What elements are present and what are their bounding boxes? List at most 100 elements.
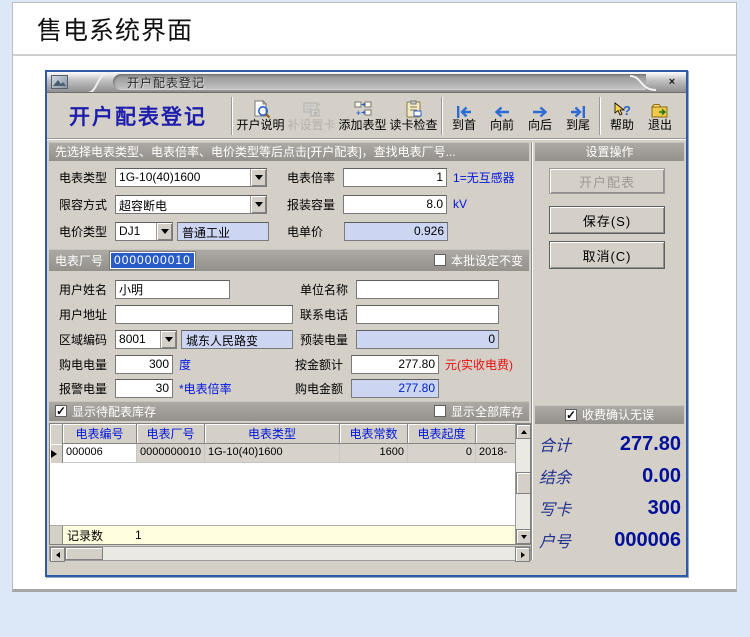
inventory-table: 电表编号 电表厂号 电表类型 电表常数 电表起度 000006 00000000… [49, 423, 531, 545]
titlebar-strip: 开户配表登记 [113, 74, 646, 90]
org-name-row: 单位名称 [300, 279, 499, 299]
scroll-left-icon[interactable] [50, 547, 65, 562]
help-icon: ? [612, 99, 632, 119]
window-title: 开户配表登记 [127, 74, 205, 91]
address-row: 用户地址 [59, 304, 293, 324]
go-last-button[interactable]: 到尾 [559, 95, 597, 137]
fee-confirm-label: 收费确认无误 [582, 406, 654, 423]
next-arrow-icon [531, 99, 549, 119]
batch-keep-checkbox[interactable] [434, 254, 446, 266]
hint-text: 先选择电表类型、电表倍率、电价类型等后点击[开户配表]，查找电表厂号... [55, 143, 456, 160]
table-row[interactable]: 000006 0000000010 1G-10(40)1600 1600 0 2… [50, 444, 530, 463]
vertical-scrollbar[interactable] [515, 424, 530, 544]
open-account-help-button[interactable]: 开户说明 [235, 95, 286, 137]
purchase-qty-input[interactable] [115, 355, 173, 374]
scrollbar-thumb[interactable] [65, 547, 103, 560]
toolbar-button-label: 到尾 [566, 119, 590, 132]
limit-mode-label: 限容方式 [59, 196, 107, 213]
stat-value: 0.00 [642, 465, 681, 488]
chevron-down-icon[interactable] [156, 223, 172, 240]
exit-button[interactable]: 退出 [641, 95, 679, 137]
scroll-right-icon[interactable] [515, 547, 530, 562]
org-name-label: 单位名称 [300, 281, 348, 298]
unit-price-row: 电单价 [287, 221, 448, 241]
last-arrow-icon [569, 99, 587, 119]
chevron-down-icon[interactable] [250, 169, 266, 186]
dialog-titlebar: 开户配表登记 × [47, 72, 686, 93]
capacity-input[interactable] [343, 195, 447, 214]
window-icon [51, 75, 68, 89]
cell-meter-type: 1G-10(40)1600 [205, 444, 340, 463]
factory-no-value[interactable]: 0000000010 [109, 251, 196, 270]
table-footer-row: 记录数 1 [50, 525, 515, 544]
stat-value: 000006 [614, 529, 681, 552]
preinstall-row: 预装电量 [300, 329, 499, 349]
fee-confirm-checkbox[interactable] [565, 409, 577, 421]
preinstall-input[interactable] [356, 330, 499, 349]
show-all-label: 显示全部库存 [451, 403, 523, 420]
add-meter-type-button[interactable]: + 添加表型 [337, 95, 388, 137]
chevron-down-icon[interactable] [250, 196, 266, 213]
help-button[interactable]: ? 帮助 [603, 95, 641, 137]
close-icon[interactable]: × [664, 74, 680, 89]
toolbar-button-label: 向前 [490, 119, 514, 132]
purchase-amt-input[interactable] [351, 379, 439, 398]
column-header[interactable]: 电表类型 [205, 424, 340, 444]
scroll-up-icon[interactable] [516, 424, 531, 439]
meter-type-row: 电表类型 1G-10(40)1600 [59, 167, 267, 187]
stat-label: 结余 [539, 464, 571, 488]
by-amount-hint: 元(实收电费) [445, 356, 513, 373]
scroll-down-icon[interactable] [516, 529, 531, 544]
phone-input[interactable] [356, 305, 499, 324]
chevron-down-icon[interactable] [160, 331, 176, 348]
cancel-button[interactable]: 取消(C) [549, 241, 665, 269]
meter-type-select[interactable]: 1G-10(40)1600 [115, 168, 267, 187]
toolbar-button-label: 向后 [528, 119, 552, 132]
record-count-value: 1 [121, 528, 142, 542]
show-all-checkbox[interactable] [434, 405, 446, 417]
by-amount-input[interactable] [351, 355, 439, 374]
area-code-label: 区域编码 [59, 331, 107, 348]
svg-text:+: + [356, 109, 361, 118]
go-first-button[interactable]: 到首 [445, 95, 483, 137]
area-code-row: 区域编码 8001 城东人民路变 [59, 329, 293, 349]
meter-ratio-input[interactable] [343, 168, 447, 187]
area-code-select[interactable]: 8001 [115, 330, 177, 349]
toolbar-button-label: 添加表型 [338, 119, 386, 132]
org-name-input[interactable] [356, 280, 499, 299]
capacity-unit: kV [453, 197, 467, 211]
alarm-qty-hint: *电表倍率 [179, 380, 232, 397]
hint-bar: 先选择电表类型、电表倍率、电价类型等后点击[开户配表]，查找电表厂号... [49, 142, 529, 161]
unit-price-input[interactable] [344, 222, 448, 241]
stat-value: 300 [648, 497, 681, 520]
meter-ratio-label: 电表倍率 [287, 169, 335, 186]
go-prev-button[interactable]: 向前 [483, 95, 521, 137]
limit-mode-select[interactable]: 超容断电 [115, 195, 267, 214]
column-header[interactable]: 电表编号 [63, 424, 137, 444]
capacity-label: 报装容量 [287, 196, 335, 213]
inventory-bar: 显示待配表库存 显示全部库存 [49, 401, 529, 421]
meter-ratio-row: 电表倍率 1=无互感器 [287, 167, 515, 187]
stat-label: 户号 [539, 528, 571, 552]
toolbar-separator [441, 97, 443, 135]
header-divider [13, 54, 736, 56]
column-header[interactable]: 电表起度 [408, 424, 476, 444]
column-header[interactable]: 电表厂号 [137, 424, 205, 444]
svg-text:✱: ✱ [313, 111, 318, 118]
address-input[interactable] [115, 305, 293, 324]
price-type-value: DJ1 [116, 223, 156, 240]
column-header[interactable]: 电表常数 [340, 424, 408, 444]
scrollbar-thumb[interactable] [516, 472, 531, 494]
batch-keep-label: 本批设定不变 [451, 252, 523, 269]
user-name-input[interactable] [115, 280, 230, 299]
factory-no-label: 电表厂号 [55, 252, 103, 269]
save-button[interactable]: 保存(S) [549, 206, 665, 234]
go-next-button[interactable]: 向后 [521, 95, 559, 137]
alarm-qty-input[interactable] [115, 379, 173, 398]
show-pending-checkbox[interactable] [55, 405, 67, 417]
horizontal-scrollbar[interactable] [49, 546, 531, 561]
price-type-select[interactable]: DJ1 [115, 222, 173, 241]
read-card-check-button[interactable]: 读卡检查 [388, 95, 439, 137]
cell-meter-no: 000006 [63, 444, 137, 463]
read-card-icon [404, 99, 424, 119]
